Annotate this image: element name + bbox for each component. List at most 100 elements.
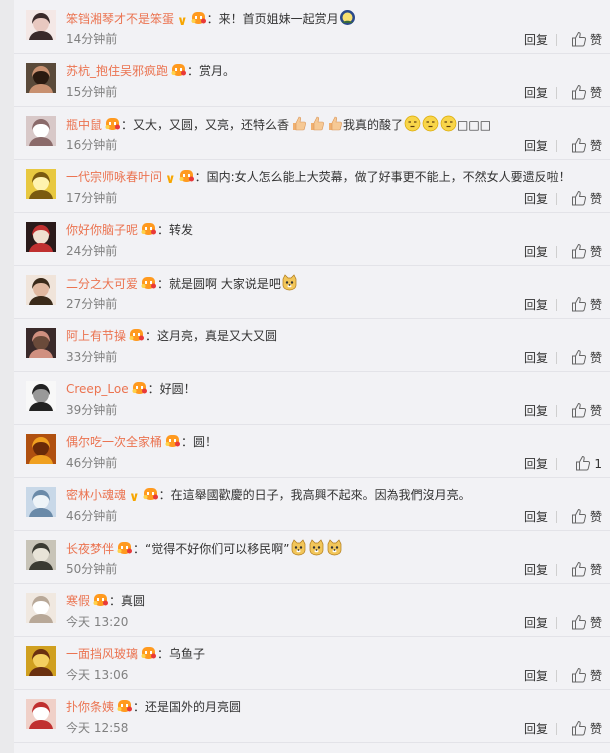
reply-button[interactable]: 回复 (524, 191, 548, 207)
thumb-up-icon (571, 31, 590, 47)
like-button[interactable]: 赞 (571, 402, 602, 419)
comment-username[interactable]: 寒假 (66, 594, 90, 608)
like-button[interactable]: 赞 (571, 31, 602, 48)
thumb-up-icon (571, 243, 590, 259)
avatar[interactable] (26, 646, 56, 676)
comment-timestamp: 今天 13:06 (66, 668, 129, 682)
comment-username[interactable]: 二分之大可爱 (66, 277, 138, 291)
comment-body: 苏杭_抱住吴邪疯跑 ：赏月。 (66, 62, 235, 83)
comment-item: Creep_Loe ：好圆！ 39分钟前 回复 赞 (14, 371, 610, 425)
comment-username[interactable]: 一面挡风玻璃 (66, 647, 138, 661)
reply-button[interactable]: 回复 (524, 32, 548, 48)
like-button[interactable]: 赞 (571, 561, 602, 578)
fan-badge-icon[interactable] (142, 486, 159, 507)
reply-button[interactable]: 回复 (524, 350, 548, 366)
avatar[interactable] (26, 328, 56, 358)
comment-text: ：好圆！ (147, 382, 196, 396)
reply-button[interactable]: 回复 (524, 297, 548, 313)
reply-button[interactable]: 回复 (524, 403, 548, 419)
speechless-emoji-icon (404, 115, 421, 137)
like-button[interactable]: 赞 (571, 296, 602, 313)
avatar[interactable] (26, 275, 56, 305)
divider (556, 299, 557, 311)
like-button[interactable]: 赞 (571, 720, 602, 737)
comment-timestamp: 46分钟前 (66, 509, 118, 523)
fan-badge-icon[interactable] (164, 433, 181, 454)
avatar[interactable] (26, 10, 56, 40)
fan-badge-icon[interactable] (104, 116, 121, 137)
fan-badge-icon[interactable] (116, 698, 133, 719)
comment-text: ：又大，又圆，又亮，还特么香 (121, 118, 290, 132)
doge-emoji-icon (281, 274, 298, 296)
avatar[interactable] (26, 381, 56, 411)
vip-icon[interactable]: ∨ (165, 171, 176, 189)
fan-badge-icon[interactable] (116, 540, 133, 561)
comment-username[interactable]: 瓶中鼠 (66, 118, 102, 132)
reply-button[interactable]: 回复 (524, 509, 548, 525)
like-button[interactable]: 赞 (571, 243, 602, 260)
like-button[interactable]: 赞 (571, 667, 602, 684)
comment-body: 长夜梦伴 ：“觉得不好你们可以移民啊” (66, 539, 343, 561)
comment-username[interactable]: 密林小魂魂 (66, 488, 126, 502)
fan-badge-icon[interactable] (128, 327, 145, 348)
fan-badge-icon[interactable] (190, 10, 207, 31)
reply-button[interactable]: 回复 (524, 721, 548, 737)
fan-badge-icon[interactable] (178, 168, 195, 189)
comment-username[interactable]: 你好你脑子呢 (66, 223, 138, 237)
comment-timestamp: 14分钟前 (66, 32, 118, 46)
reply-button[interactable]: 回复 (524, 244, 548, 260)
divider (556, 193, 557, 205)
avatar[interactable] (26, 222, 56, 252)
reply-button[interactable]: 回复 (524, 85, 548, 101)
like-button[interactable]: 赞 (571, 349, 602, 366)
fan-badge-icon[interactable] (140, 275, 157, 296)
avatar[interactable] (26, 540, 56, 570)
reply-button[interactable]: 回复 (524, 456, 548, 472)
comment-text: ：“觉得不好你们可以移民啊” (133, 542, 290, 556)
thumb-emoji-icon (308, 115, 325, 137)
like-button[interactable]: 赞 (571, 614, 602, 631)
avatar[interactable] (26, 63, 56, 93)
like-button[interactable]: 赞 (571, 84, 602, 101)
comment-text: ：圆！ (181, 435, 218, 449)
fan-badge-icon[interactable] (170, 62, 187, 83)
comment-username[interactable]: 偶尔吃一次全家桶 (66, 435, 162, 449)
like-button[interactable]: 赞 (571, 137, 602, 154)
like-button[interactable]: 赞 (571, 508, 602, 525)
avatar[interactable] (26, 169, 56, 199)
like-button[interactable]: 赞 (571, 190, 602, 207)
comment-username[interactable]: 笨铛湘琴才不是笨蛋 (66, 12, 174, 26)
comment-username[interactable]: 苏杭_抱住吴邪疯跑 (66, 64, 168, 78)
comment-text-continued: 我真的酸了 (343, 118, 404, 132)
comment-username[interactable]: 阿上有节操 (66, 329, 126, 343)
vip-icon[interactable]: ∨ (177, 13, 188, 31)
fan-badge-icon[interactable] (92, 592, 109, 613)
avatar[interactable] (26, 593, 56, 623)
comment-text: ：赏月。 (187, 64, 236, 78)
comment-username[interactable]: 一代宗师咏春叶问 (66, 170, 162, 184)
divider (556, 723, 557, 735)
divider (556, 87, 557, 99)
comment-text-tail: □□□ (457, 118, 492, 132)
comment-username[interactable]: Creep_Loe (66, 382, 129, 396)
fan-badge-icon[interactable] (131, 380, 148, 401)
avatar[interactable] (26, 487, 56, 517)
like-count: 赞 (589, 298, 602, 312)
reply-button[interactable]: 回复 (524, 615, 548, 631)
thumb-up-icon (571, 402, 590, 418)
comment-body: 扑你条姨 ：还是国外的月亮圆 (66, 698, 241, 719)
reply-button[interactable]: 回复 (524, 138, 548, 154)
vip-icon[interactable]: ∨ (129, 489, 140, 507)
avatar[interactable] (26, 434, 56, 464)
comment-username[interactable]: 扑你条姨 (66, 700, 114, 714)
avatar[interactable] (26, 699, 56, 729)
comment-timestamp: 今天 13:20 (66, 615, 129, 629)
divider (556, 352, 557, 364)
fan-badge-icon[interactable] (140, 221, 157, 242)
fan-badge-icon[interactable] (140, 645, 157, 666)
reply-button[interactable]: 回复 (524, 668, 548, 684)
avatar[interactable] (26, 116, 56, 146)
comment-username[interactable]: 长夜梦伴 (66, 542, 114, 556)
reply-button[interactable]: 回复 (524, 562, 548, 578)
like-button[interactable]: 1 (575, 455, 602, 472)
